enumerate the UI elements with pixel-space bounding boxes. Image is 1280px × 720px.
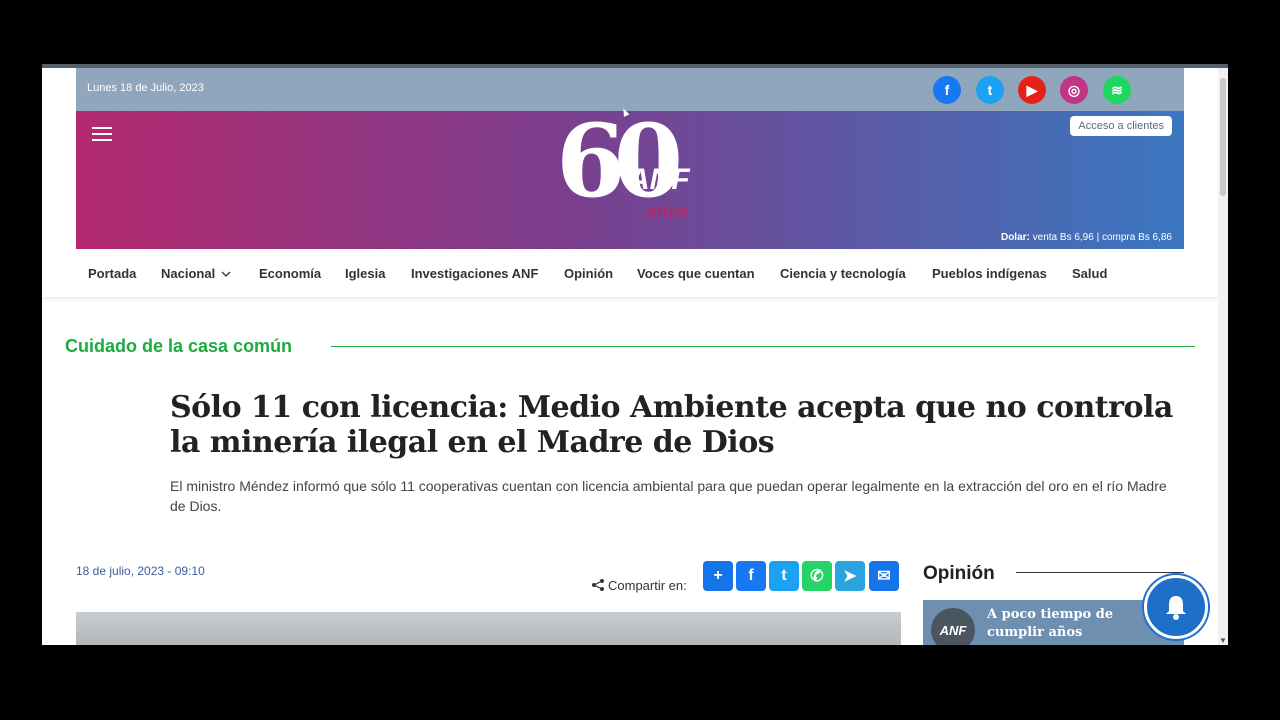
client-access-button[interactable]: Acceso a clientes <box>1070 116 1172 136</box>
share-label-wrap: Compartir en: <box>591 578 687 593</box>
section-divider <box>331 346 1195 347</box>
publish-date: 18 de julio, 2023 - 09:10 <box>76 564 205 578</box>
telegram-share-icon[interactable]: ➤ <box>835 561 865 591</box>
article-image <box>76 612 901 645</box>
nav-opinion[interactable]: Opinión <box>564 266 613 281</box>
add-share-icon[interactable]: + <box>703 561 733 591</box>
spotify-icon[interactable]: ≋ <box>1103 76 1131 104</box>
scroll-down-arrow[interactable]: ▼ <box>1219 636 1227 645</box>
header-banner: Acceso a clientes 60 ANF años Dolar: ven… <box>76 111 1184 249</box>
instagram-icon[interactable]: ◎ <box>1060 76 1088 104</box>
dollar-label: Dolar: <box>1000 232 1030 243</box>
email-share-icon[interactable]: ✉ <box>869 561 899 591</box>
scrollbar-thumb[interactable] <box>1220 78 1226 196</box>
whatsapp-share-icon[interactable]: ✆ <box>802 561 832 591</box>
chevron-down-icon <box>221 271 231 277</box>
header-date: Lunes 18 de Julio, 2023 <box>87 82 204 94</box>
browser-viewport: Lunes 18 de Julio, 2023 f t ▶ ◎ ≋ Acceso a c… <box>42 64 1228 645</box>
opinion-divider <box>1016 572 1184 573</box>
nav-nacional[interactable]: Nacional <box>161 266 231 281</box>
nav-portada[interactable]: Portada <box>88 266 136 281</box>
facebook-icon[interactable]: f <box>933 76 961 104</box>
nav-investigaciones[interactable]: Investigaciones ANF <box>411 266 538 281</box>
share-icon <box>592 579 604 591</box>
section-label[interactable]: Cuidado de la casa común <box>65 336 292 357</box>
nav-iglesia[interactable]: Iglesia <box>345 266 385 281</box>
nav-salud[interactable]: Salud <box>1072 266 1107 281</box>
twitter-icon[interactable]: t <box>976 76 1004 104</box>
nav-economia[interactable]: Economía <box>259 266 321 281</box>
youtube-icon[interactable]: ▶ <box>1018 76 1046 104</box>
bell-icon <box>1166 596 1186 620</box>
logo-anos: años <box>646 201 689 222</box>
avatar: ANF <box>931 608 975 645</box>
site-logo[interactable]: 60 ANF años <box>556 111 716 235</box>
menu-icon[interactable] <box>92 123 112 145</box>
opinion-card-text[interactable]: A poco tiempo de cumplir años <box>987 606 1167 642</box>
logo-brand: ANF <box>628 163 690 196</box>
scrollbar[interactable]: ▼ <box>1218 68 1228 645</box>
notification-bell-button[interactable] <box>1144 575 1208 639</box>
dollar-value: venta Bs 6,96 | compra Bs 6,86 <box>1029 232 1172 243</box>
nav-ciencia[interactable]: Ciencia y tecnología <box>780 266 906 281</box>
nav-pueblos[interactable]: Pueblos indígenas <box>932 266 1047 281</box>
nav-nacional-label: Nacional <box>161 266 216 281</box>
opinion-title: Opinión <box>923 563 995 584</box>
main-nav: Portada Nacional Economía Iglesia Invest… <box>42 249 1218 298</box>
facebook-share-icon[interactable]: f <box>736 561 766 591</box>
twitter-share-icon[interactable]: t <box>769 561 799 591</box>
dollar-rate: Dolar: venta Bs 6,96 | compra Bs 6,86 <box>1001 232 1172 243</box>
article-headline: Sólo 11 con licencia: Medio Ambiente ace… <box>170 390 1173 460</box>
nav-voces[interactable]: Voces que cuentan <box>637 266 755 281</box>
share-label: Compartir en: <box>608 578 687 593</box>
article-lede: El ministro Méndez informó que sólo 11 c… <box>170 478 1167 514</box>
